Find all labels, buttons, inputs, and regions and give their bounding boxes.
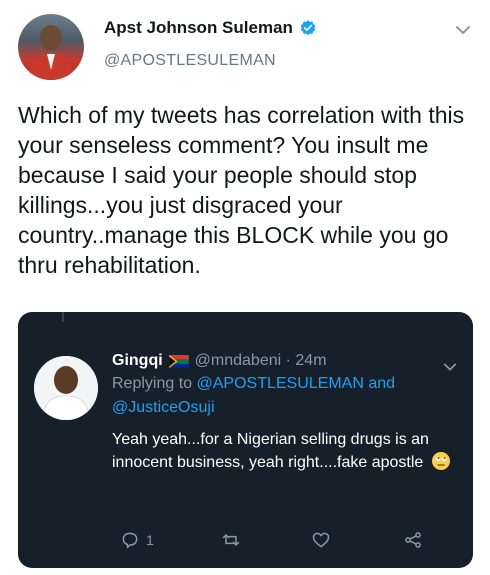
quoted-text-content: Yeah yeah...for a Nigerian selling drugs… — [112, 431, 429, 471]
reply-count: 1 — [146, 532, 154, 548]
and-word: and — [368, 375, 396, 392]
author-name[interactable]: Apst Johnson Suleman — [104, 18, 293, 38]
replying-prefix: Replying to — [112, 375, 193, 392]
reply-button[interactable]: 1 — [120, 530, 154, 550]
tweet-header: Apst Johnson Suleman @APOSTLESULEMAN — [0, 0, 490, 90]
share-icon — [405, 532, 421, 548]
author-handle[interactable]: @APOSTLESULEMAN — [104, 52, 276, 70]
mention-link[interactable]: @JusticeOsuji — [112, 399, 215, 416]
retweet-icon — [222, 534, 240, 546]
replying-to-line: Replying to @APOSTLESULEMAN and @Justice… — [112, 372, 462, 420]
chevron-down-icon[interactable] — [443, 360, 457, 374]
mention-link[interactable]: @APOSTLESULEMAN — [197, 375, 364, 392]
quoted-tweet-card[interactable]: Gingqi @mndabeni · 24m Replying to @APOS… — [18, 312, 473, 568]
tweet-text: Which of my tweets has correlation with … — [18, 102, 465, 278]
retweet-button[interactable] — [220, 530, 242, 550]
reply-icon — [122, 532, 138, 549]
tweet-actions: 1 — [112, 530, 442, 554]
share-button[interactable] — [402, 530, 424, 550]
verified-badge-icon — [300, 20, 316, 36]
heart-icon — [312, 532, 330, 548]
author-avatar[interactable] — [18, 14, 84, 80]
south-africa-flag-icon — [168, 354, 189, 368]
quoted-author-name[interactable]: Gingqi — [112, 352, 163, 370]
quoted-body: Gingqi @mndabeni · 24m Replying to @APOS… — [112, 352, 462, 474]
author-name-row: Apst Johnson Suleman — [104, 18, 317, 38]
like-button[interactable] — [310, 530, 332, 550]
quoted-handle-time: @mndabeni · 24m — [194, 352, 327, 369]
chevron-down-icon[interactable] — [455, 22, 471, 38]
quoted-text: Yeah yeah...for a Nigerian selling drugs… — [112, 428, 462, 474]
quoted-header: Gingqi @mndabeni · 24m — [112, 352, 462, 370]
quoted-author-avatar[interactable] — [34, 356, 98, 420]
rolling-eyes-emoji — [431, 452, 450, 470]
thread-line — [62, 312, 64, 322]
